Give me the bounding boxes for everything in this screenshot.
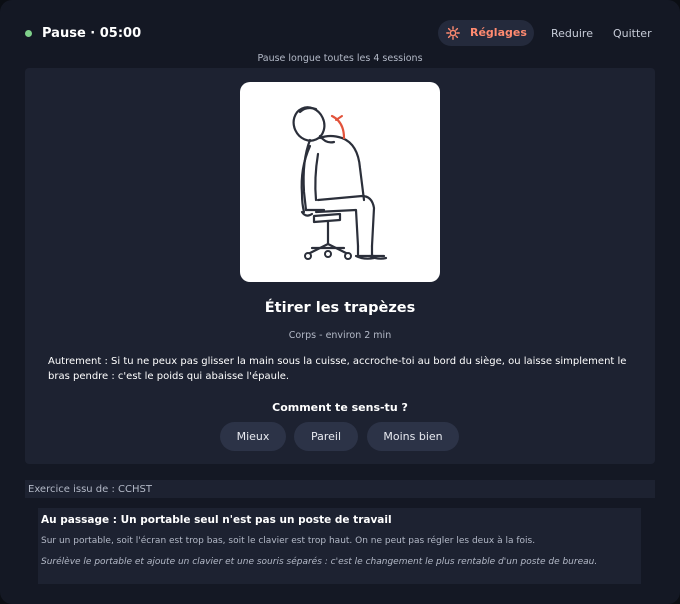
- status-indicator: [25, 30, 32, 37]
- exercise-source-label: Exercice issu de : CCHST: [28, 484, 152, 495]
- exercise-title: Étirer les trapèzes: [264, 300, 416, 316]
- quit-button[interactable]: Quitter: [613, 27, 652, 40]
- settings-button[interactable]: Réglages: [438, 20, 534, 46]
- exercise-card: Étirer les trapèzes Corps - environ 2 mi…: [25, 68, 655, 464]
- header: Pause · 05:00 Réglages Reduire Quitter: [0, 0, 680, 52]
- gear-icon: [446, 26, 460, 40]
- exercise-meta: Corps - environ 2 min: [288, 330, 392, 341]
- tip-panel: Au passage : Un portable seul n'est pas …: [38, 508, 641, 584]
- feedback-same-button[interactable]: Pareil: [294, 422, 358, 451]
- feedback-worse-button[interactable]: Moins bien: [367, 422, 459, 451]
- tip-advice: Surélève le portable et ajoute un clavie…: [41, 557, 598, 567]
- feedback-question: Comment te sens-tu ?: [272, 401, 408, 414]
- break-timer: Pause · 05:00: [42, 26, 142, 41]
- tip-title: Au passage : Un portable seul n'est pas …: [41, 514, 392, 526]
- break-window: Pause · 05:00 Réglages Reduire Quitter P…: [0, 0, 680, 604]
- exercise-source: Exercice issu de : CCHST: [25, 480, 655, 498]
- exercise-illustration: [240, 82, 440, 282]
- person-seated-neck-stretch-illustration: [292, 106, 388, 260]
- feedback-better-button[interactable]: Mieux: [220, 422, 286, 451]
- tip-body: Sur un portable, soit l'écran est trop b…: [41, 536, 536, 546]
- exercise-description: Autrement : Si tu ne peux pas glisser la…: [48, 356, 627, 382]
- session-info: Pause longue toutes les 4 sessions: [257, 53, 423, 64]
- settings-label: Réglages: [470, 26, 527, 39]
- reduce-button[interactable]: Reduire: [551, 27, 593, 40]
